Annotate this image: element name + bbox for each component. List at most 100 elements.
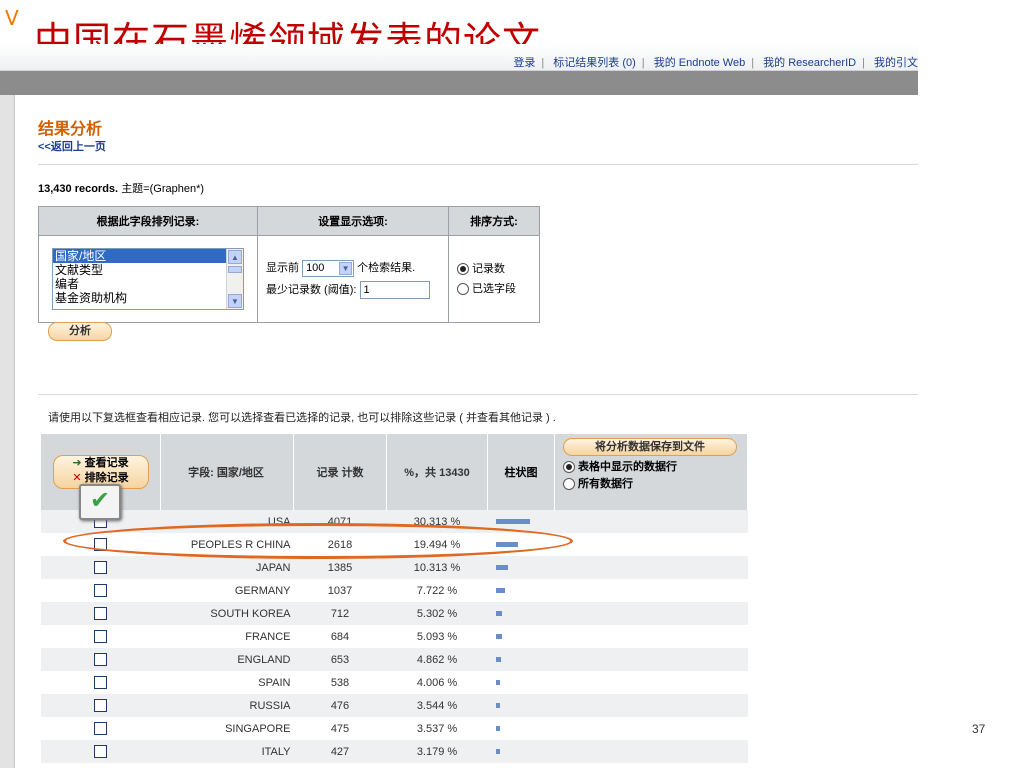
row-bar <box>495 726 500 731</box>
results-hint: 请使用以下复选框查看相应记录. 您可以选择查看已选择的记录, 也可以排除这些记录… <box>48 412 556 424</box>
page-title: 结果分析 <box>38 121 103 138</box>
show-count-select[interactable]: 100 ▼ <box>302 259 355 277</box>
row-field: SINGAPORE <box>160 717 294 740</box>
row-percent: 5.302 % <box>386 602 488 625</box>
field-option-editor[interactable]: 编者 <box>53 277 243 291</box>
row-count: 1385 <box>293 556 387 579</box>
view-records-button[interactable]: ➜ 查看记录 <box>54 456 148 471</box>
row-field: SOUTH KOREA <box>160 602 294 625</box>
field-listbox[interactable]: 国家/地区 文献类型 编者 基金资助机构 ▲ ▼ <box>52 248 244 310</box>
row-field: RUSSIA <box>160 694 294 717</box>
analyze-button[interactable]: 分析 <box>48 322 112 341</box>
row-checkbox[interactable] <box>94 722 108 735</box>
row-percent: 3.179 % <box>386 740 488 763</box>
row-bar <box>495 657 501 662</box>
save-all-rows-option[interactable]: 所有数据行 <box>563 476 739 493</box>
arrow-right-icon: ➜ <box>72 457 82 469</box>
percent-column-header: %，共 13430 <box>386 434 488 510</box>
row-count: 1037 <box>293 579 387 602</box>
records-summary: 13,430 records. 主题=(Graphen*) <box>38 180 204 196</box>
divider <box>38 394 918 395</box>
row-count: 476 <box>293 694 387 717</box>
field-option-doctype[interactable]: 文献类型 <box>53 263 243 277</box>
listbox-scrollbar[interactable]: ▲ ▼ <box>226 249 243 309</box>
save-panel: 将分析数据保存到文件 表格中显示的数据行 所有数据行 <box>554 434 748 510</box>
row-checkbox[interactable] <box>94 584 108 597</box>
radio-selected-icon[interactable] <box>457 263 469 276</box>
analysis-options-table: 根据此字段排列记录: 设置显示选项: 排序方式: 国家/地区 文献类型 编者 基… <box>38 206 540 323</box>
nav-marked-list-link[interactable]: 标记结果列表 (0) <box>553 57 636 69</box>
field-header: 根据此字段排列记录: <box>38 206 258 236</box>
row-bar <box>495 611 502 616</box>
row-percent: 10.313 % <box>386 556 488 579</box>
show-top-suffix: 个检索结果. <box>357 262 416 274</box>
row-checkbox[interactable] <box>94 699 108 712</box>
nav-citation-link[interactable]: 我的引文 <box>874 57 918 69</box>
field-option-country[interactable]: 国家/地区 <box>53 249 243 263</box>
search-query: 主题=(Graphen*) <box>121 183 205 195</box>
cross-icon: ✕ <box>72 472 82 484</box>
row-count: 427 <box>293 740 387 763</box>
sort-by-field-option[interactable]: 已选字段 <box>457 279 531 299</box>
scroll-up-icon[interactable]: ▲ <box>228 250 242 264</box>
nav-endnote-link[interactable]: 我的 Endnote Web <box>654 57 746 69</box>
table-row: FRANCE 684 5.093 % <box>41 625 748 648</box>
header-grey-bar <box>0 71 918 95</box>
table-row: SINGAPORE 475 3.537 % <box>41 717 748 740</box>
table-row: SOUTH KOREA 712 5.302 % <box>41 602 748 625</box>
row-field: JAPAN <box>160 556 294 579</box>
table-row: ENGLAND 653 4.862 % <box>41 648 748 671</box>
row-checkbox[interactable] <box>94 653 108 666</box>
chevron-down-icon: ▼ <box>339 261 353 275</box>
radio-icon[interactable] <box>563 478 575 491</box>
save-to-file-button[interactable]: 将分析数据保存到文件 <box>563 438 737 456</box>
row-field: GERMANY <box>160 579 294 602</box>
field-column-header: 字段: 国家/地区 <box>160 434 294 510</box>
sort-by-count-option[interactable]: 记录数 <box>457 259 531 279</box>
radio-icon[interactable] <box>457 283 469 296</box>
records-count: 13,430 records. <box>38 183 119 195</box>
row-checkbox[interactable] <box>94 607 108 620</box>
row-percent: 4.862 % <box>386 648 488 671</box>
row-checkbox[interactable] <box>94 630 108 643</box>
row-bar <box>495 703 500 708</box>
row-count: 475 <box>293 717 387 740</box>
row-count: 538 <box>293 671 387 694</box>
save-table-rows-option[interactable]: 表格中显示的数据行 <box>563 459 739 476</box>
row-bar <box>495 519 530 524</box>
row-bar <box>495 634 502 639</box>
row-checkbox[interactable] <box>94 745 108 758</box>
row-checkbox[interactable] <box>94 561 108 574</box>
row-field: ENGLAND <box>160 648 294 671</box>
row-percent: 3.537 % <box>386 717 488 740</box>
min-records-label: 最少记录数 (阈值): <box>266 284 357 296</box>
row-field: SPAIN <box>160 671 294 694</box>
screenshot-frame: 登录 | 标记结果列表 (0) | 我的 Endnote Web | 我的 Resea… <box>0 44 918 768</box>
divider <box>38 164 918 165</box>
display-options-header: 设置显示选项: <box>257 206 449 236</box>
page-number: 37 <box>972 722 986 736</box>
nav-login-link[interactable]: 登录 <box>513 57 535 69</box>
row-percent: 7.722 % <box>386 579 488 602</box>
sort-header: 排序方式: <box>448 206 540 236</box>
row-percent: 4.006 % <box>386 671 488 694</box>
scroll-thumb[interactable] <box>228 266 242 273</box>
radio-selected-icon[interactable] <box>563 461 575 474</box>
show-top-prefix: 显示前 <box>266 262 299 274</box>
left-edge-panel <box>0 95 15 768</box>
table-row: JAPAN 1385 10.313 % <box>41 556 748 579</box>
bar-column-header: 柱状图 <box>487 434 555 510</box>
row-percent: 5.093 % <box>386 625 488 648</box>
row-bar <box>495 565 508 570</box>
row-percent: 3.544 % <box>386 694 488 717</box>
row-field: FRANCE <box>160 625 294 648</box>
back-link[interactable]: <<返回上一页 <box>38 138 106 154</box>
top-navigation: 登录 | 标记结果列表 (0) | 我的 Endnote Web | 我的 Resea… <box>0 44 918 71</box>
nav-researcherid-link[interactable]: 我的 ResearcherID <box>763 57 856 69</box>
row-field: ITALY <box>160 740 294 763</box>
row-checkbox[interactable] <box>94 676 108 689</box>
min-records-input[interactable]: 1 <box>359 281 430 300</box>
field-option-funding[interactable]: 基金资助机构 <box>53 291 243 305</box>
scroll-down-icon[interactable]: ▼ <box>228 294 242 308</box>
highlight-ellipse <box>63 523 573 559</box>
